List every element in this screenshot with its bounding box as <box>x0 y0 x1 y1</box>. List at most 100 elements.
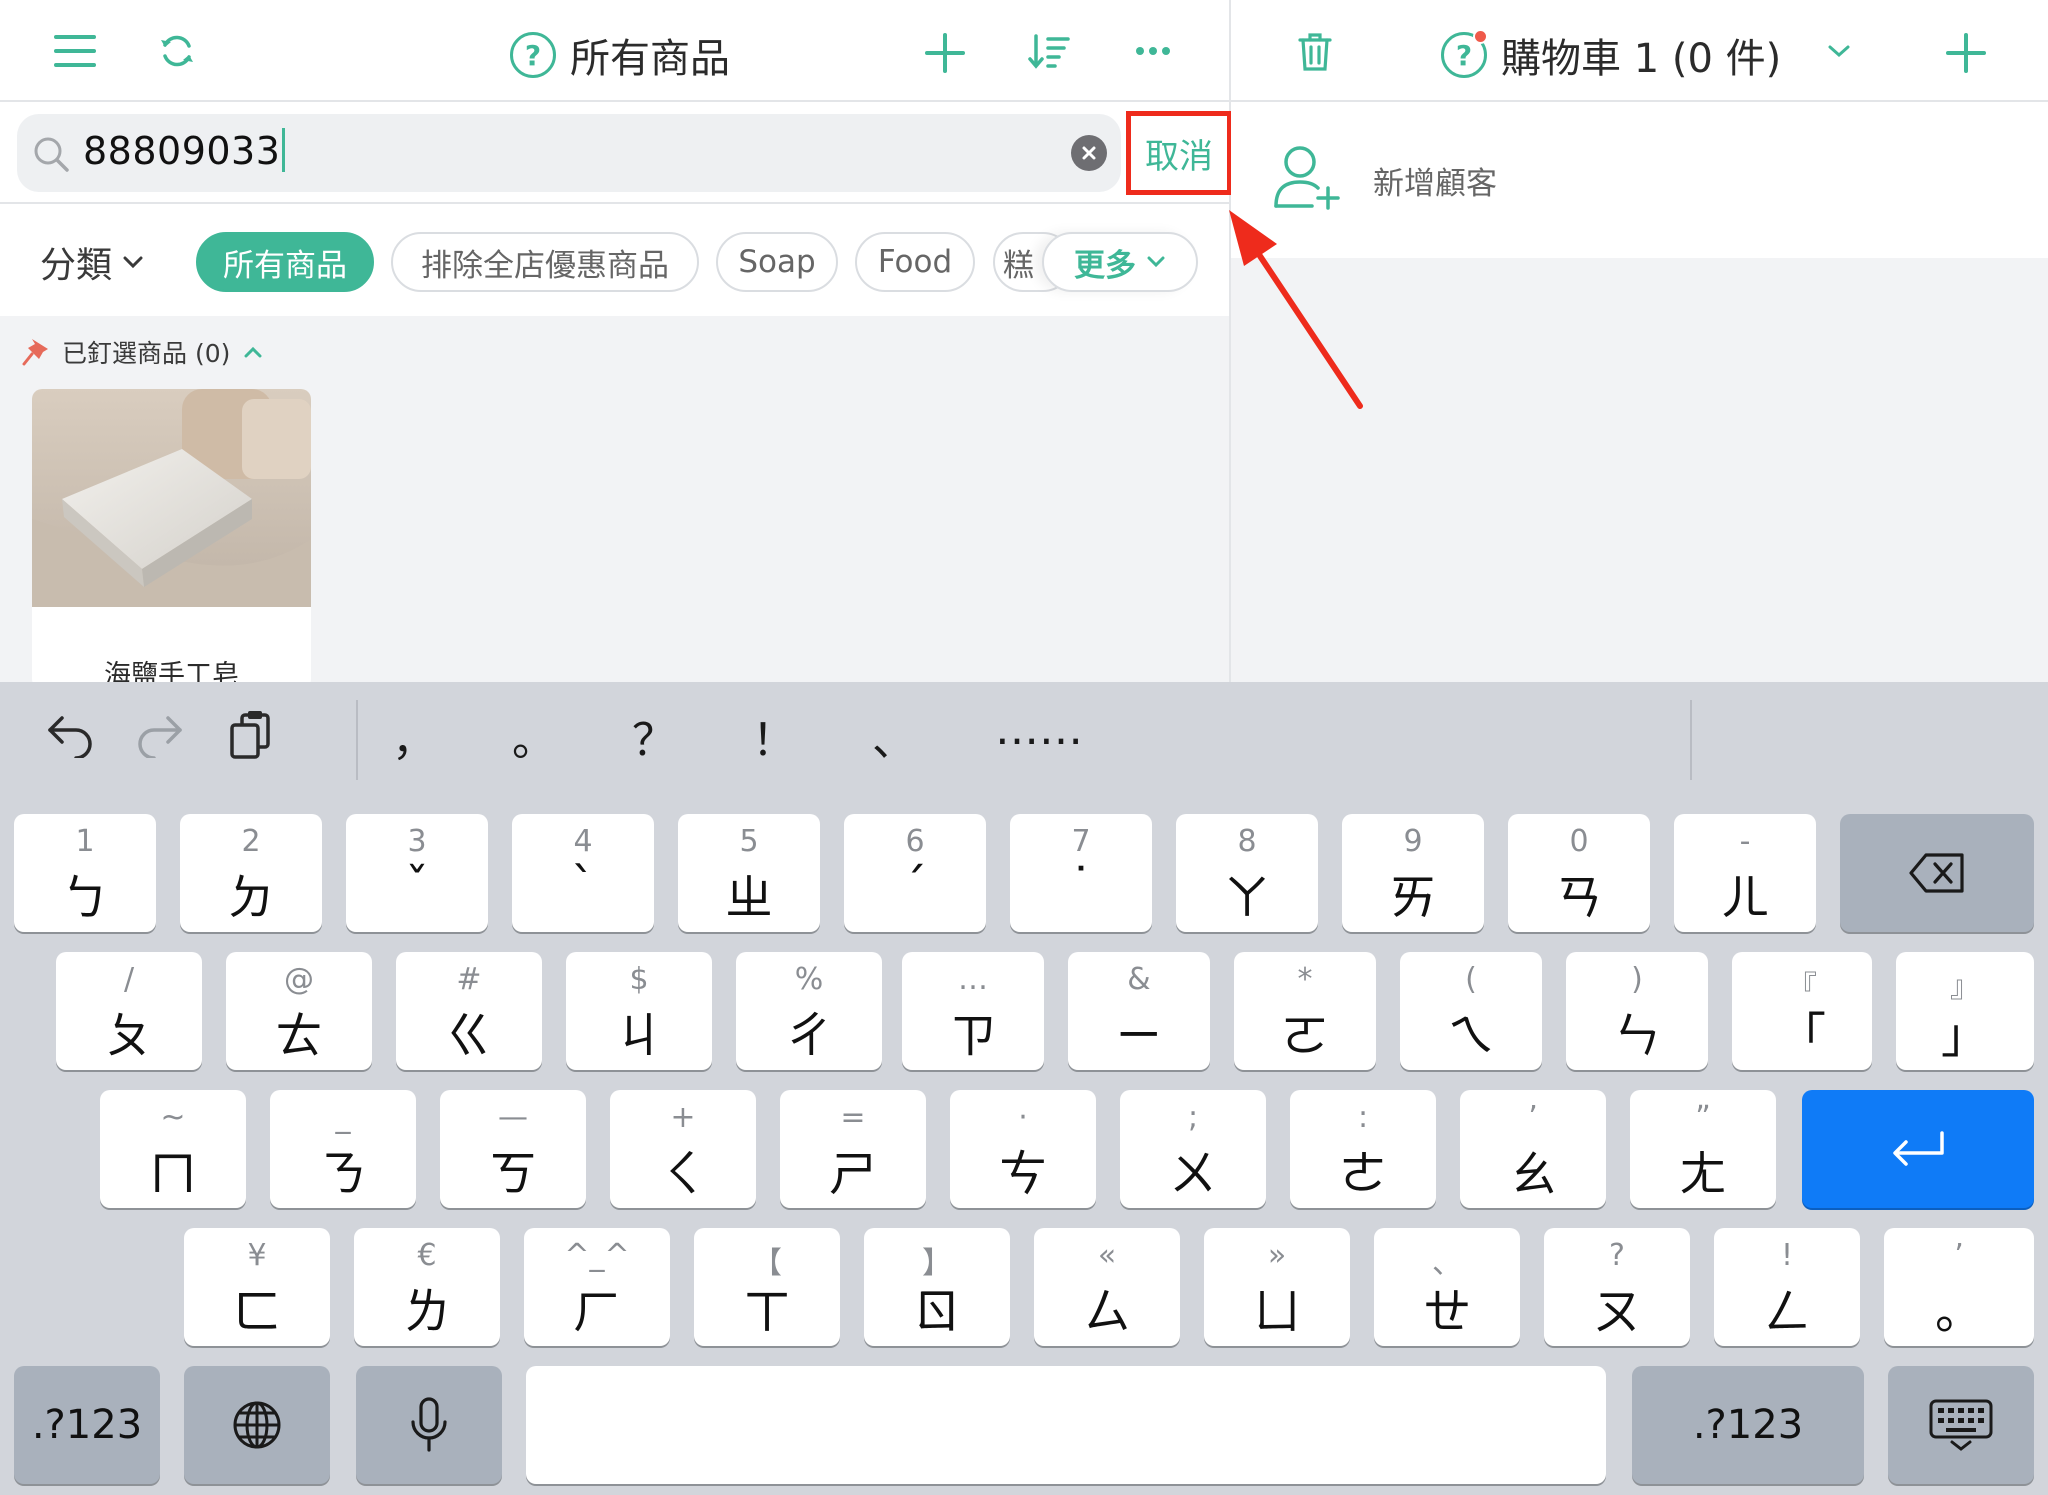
key-an[interactable]: 0ㄢ <box>1508 814 1650 932</box>
key-sub-label: + <box>670 1100 696 1135</box>
key-c[interactable]: · ㄘ <box>950 1090 1096 1208</box>
search-value: 88809033 <box>83 128 286 173</box>
key-main-label: ˙ <box>1069 858 1093 914</box>
key-tone2[interactable]: 6ˊ <box>844 814 986 932</box>
clear-cart-button[interactable] <box>1293 30 1337 74</box>
cart-title-group[interactable]: ? 購物車 1 (0 件) <box>1441 26 1781 84</box>
key-sub-label: ~ <box>160 1100 186 1135</box>
clear-search-button[interactable] <box>1071 135 1107 171</box>
key-n[interactable]: _ ㄋ <box>270 1090 416 1208</box>
key-main-label: 。 <box>1934 1284 1983 1340</box>
backspace-key[interactable] <box>1840 814 2034 932</box>
key-ao[interactable]: ’ ㄠ <box>1460 1090 1606 1208</box>
key-er[interactable]: -ㄦ <box>1674 814 1816 932</box>
chevron-down-icon <box>1828 45 1850 58</box>
key-sh[interactable]: = ㄕ <box>780 1090 926 1208</box>
more-options-button[interactable] <box>1130 36 1176 66</box>
chip-all-products[interactable]: 所有商品 <box>196 232 374 292</box>
space-bar[interactable] <box>526 1366 1606 1484</box>
paste-icon[interactable] <box>222 708 278 764</box>
key-e[interactable]: :ㄜ <box>1290 1090 1436 1208</box>
key-full-stop[interactable]: ’。 <box>1884 1228 2034 1346</box>
numbers-key-right[interactable]: .?123 <box>1632 1366 1864 1484</box>
undo-icon[interactable] <box>42 708 98 764</box>
key-z[interactable]: … ㄗ <box>902 952 1044 1070</box>
globe-key[interactable] <box>184 1366 330 1484</box>
new-cart-button[interactable] <box>1943 30 1989 76</box>
cart-help-icon[interactable]: ? <box>1441 29 1488 78</box>
key-d[interactable]: 2ㄉ <box>180 814 322 932</box>
key-j[interactable]: $ ㄐ <box>566 952 712 1070</box>
key-yu[interactable]: » ㄩ <box>1204 1228 1350 1346</box>
cart-switch-dropdown[interactable] <box>1821 36 1857 66</box>
punct-question[interactable]: ？ <box>624 704 684 768</box>
key-right-bracket[interactable]: 』」 <box>1896 952 2034 1070</box>
punct-comma[interactable]: ， <box>384 704 444 768</box>
key-s[interactable]: «ㄙ <box>1034 1228 1180 1346</box>
toolbar-separator <box>1690 700 1692 780</box>
more-filters-button[interactable]: 更多 <box>1042 232 1198 292</box>
key-ei[interactable]: (ㄟ <box>1400 952 1542 1070</box>
key-tone4[interactable]: 4ˋ <box>512 814 654 932</box>
key-x[interactable]: 【ㄒ <box>694 1228 840 1346</box>
key-tone3[interactable]: 3ˇ <box>346 814 488 932</box>
key-ou[interactable]: ? ㄡ <box>1544 1228 1690 1346</box>
category-dropdown[interactable]: 分類 <box>40 236 144 288</box>
key-main-label: ㄆ <box>104 1008 153 1064</box>
key-ch[interactable]: % ㄔ <box>736 952 882 1070</box>
key-main-label: ㄕ <box>828 1146 877 1202</box>
key-i[interactable]: & ㄧ <box>1068 952 1210 1070</box>
menu-icon[interactable] <box>52 30 98 72</box>
key-u[interactable]: ; ㄨ <box>1120 1090 1266 1208</box>
key-r[interactable]: 】ㄖ <box>864 1228 1010 1346</box>
punct-ellipsis[interactable]: …… <box>994 704 1084 755</box>
chip-food[interactable]: Food <box>855 232 975 292</box>
sort-button[interactable] <box>1026 30 1072 72</box>
key-l[interactable]: € ㄌ <box>354 1228 500 1346</box>
help-icon[interactable]: ? <box>510 32 556 78</box>
key-main-label: ㄋ <box>318 1146 367 1202</box>
key-main-label: ㄙ <box>1082 1284 1131 1340</box>
key-a[interactable]: 8ㄚ <box>1176 814 1318 932</box>
key-q[interactable]: + ㄑ <box>610 1090 756 1208</box>
chip-soap[interactable]: Soap <box>716 232 838 292</box>
punct-exclaim[interactable]: ！ <box>744 704 804 768</box>
add-customer-row[interactable]: 新增顧客 <box>1231 102 2048 258</box>
key-eng[interactable]: ! ㄥ <box>1714 1228 1860 1346</box>
key-p[interactable]: / ㄆ <box>56 952 202 1070</box>
key-o[interactable]: * ㄛ <box>1234 952 1376 1070</box>
key-m[interactable]: ~ ㄇ <box>100 1090 246 1208</box>
refresh-icon[interactable] <box>154 30 200 72</box>
dictation-key[interactable] <box>356 1366 502 1484</box>
key-sub-label: ? <box>1609 1238 1625 1273</box>
key-eh[interactable]: 、ㄝ <box>1374 1228 1520 1346</box>
cancel-search-button[interactable]: 取消 <box>1126 111 1232 195</box>
key-ang[interactable]: ” ㄤ <box>1630 1090 1776 1208</box>
search-input[interactable]: 88809033 <box>17 114 1121 192</box>
return-key[interactable] <box>1802 1090 2034 1208</box>
key-h[interactable]: ^_^ ㄏ <box>524 1228 670 1346</box>
key-t[interactable]: @ ㄊ <box>226 952 372 1070</box>
key-b[interactable]: 1ㄅ <box>14 814 156 932</box>
dismiss-keyboard-key[interactable] <box>1888 1366 2034 1484</box>
key-k[interactable]: — ㄎ <box>440 1090 586 1208</box>
punct-enum-comma[interactable]: 、 <box>864 704 924 768</box>
numbers-key-left[interactable]: .?123 <box>14 1366 160 1484</box>
chip-exclude-discount[interactable]: 排除全店優惠商品 <box>391 232 699 292</box>
add-product-button[interactable] <box>922 30 968 76</box>
key-sub-label: 2 <box>241 824 261 859</box>
products-header: ? 所有商品 <box>0 0 1229 102</box>
pinned-section-header[interactable]: 已釘選商品 (0) <box>22 334 264 370</box>
key-neutral-tone[interactable]: 7 ˙ <box>1010 814 1152 932</box>
punct-period[interactable]: 。 <box>504 704 564 768</box>
key-main-label: ㄑ <box>658 1146 707 1202</box>
key-main-label: ㄈ <box>232 1284 281 1340</box>
key-left-bracket[interactable]: 『「 <box>1732 952 1872 1070</box>
key-f[interactable]: ¥ ㄈ <box>184 1228 330 1346</box>
key-g[interactable]: # ㄍ <box>396 952 542 1070</box>
key-ai[interactable]: 9ㄞ <box>1342 814 1484 932</box>
key-en[interactable]: ) ㄣ <box>1566 952 1708 1070</box>
product-card[interactable]: 海鹽手工皂 <box>32 389 311 689</box>
redo-icon[interactable] <box>132 708 188 764</box>
key-zh[interactable]: 5ㄓ <box>678 814 820 932</box>
